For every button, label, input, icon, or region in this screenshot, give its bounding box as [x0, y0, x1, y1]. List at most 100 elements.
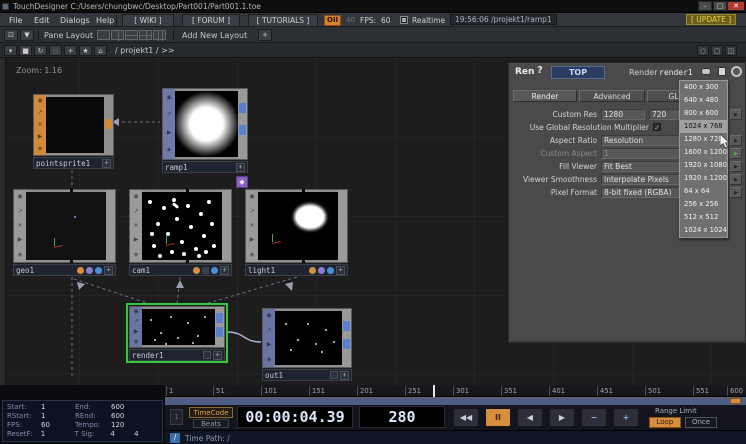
wiki-button[interactable]: [ WIKI ] [122, 14, 174, 27]
timecode-mode-button[interactable]: TimeCode [189, 407, 233, 418]
fill-viewer-arrow-button[interactable]: ▶ [730, 161, 742, 172]
menu-item[interactable]: 512 x 512 [680, 211, 727, 224]
breadcrumb[interactable]: / projekt1 / >> [115, 46, 175, 55]
smoothness-arrow-button[interactable]: ▶ [730, 174, 742, 185]
slash-icon[interactable]: / [170, 433, 180, 443]
node-viewer[interactable] [258, 192, 338, 260]
node-flag-icon[interactable]: ↗ [17, 209, 22, 215]
settings-gear-icon[interactable] [731, 66, 742, 77]
menu-dialogs[interactable]: Dialogs [57, 15, 93, 26]
layout-preset-button[interactable] [125, 30, 138, 40]
timeline-range-bar[interactable] [165, 397, 746, 405]
pixel-format-arrow-button[interactable]: ▶ [730, 187, 742, 198]
copy-icon[interactable] [718, 67, 726, 76]
menu-edit[interactable]: Edit [31, 15, 53, 26]
node-flag-icon[interactable]: ▶ [250, 237, 255, 243]
node-expand-button[interactable]: + [336, 266, 345, 275]
tsig-numerator[interactable]: 4 [110, 430, 134, 439]
node-cam1[interactable]: ◉ ↗ ✕ ▶ ◈ [129, 189, 232, 263]
node-expand-button[interactable]: + [220, 266, 229, 275]
node-flag-icon[interactable]: ▶ [38, 134, 43, 140]
pane-maximize-icon[interactable]: ▢ [711, 45, 723, 56]
smoothness-dropdown[interactable]: Interpolate Pixels [601, 174, 679, 185]
custom-res-width-field[interactable]: 1280 [601, 109, 645, 120]
fps-value[interactable]: 60 [381, 16, 391, 25]
node-flag-icon[interactable]: ◉ [249, 194, 254, 200]
help-icon[interactable]: ? [537, 65, 543, 76]
top-input-connector[interactable] [343, 321, 350, 331]
node-flag-icon[interactable]: ↗ [37, 110, 42, 116]
range-end-handle[interactable] [730, 398, 741, 404]
node-flag-icon[interactable]: ▶ [167, 130, 172, 136]
node-expand-button[interactable]: + [213, 351, 222, 360]
menu-help[interactable]: Help [93, 15, 117, 26]
target-icon[interactable]: ◎ [49, 45, 62, 56]
realtime-label[interactable]: Realtime [412, 16, 445, 25]
input-connector[interactable] [302, 189, 305, 193]
tsig-denominator[interactable]: 4 [134, 430, 158, 439]
node-flag-icon[interactable]: ✕ [249, 223, 254, 229]
output-connector[interactable] [70, 259, 73, 263]
node-light1[interactable]: ◉ ↗ ✕ ▶ ◈ [245, 189, 348, 263]
refresh-icon[interactable]: ↻ [34, 45, 47, 56]
end-value[interactable]: 600 [111, 403, 135, 412]
pane-export-icon[interactable]: ▼ [20, 29, 34, 41]
realtime-checkbox[interactable] [400, 16, 408, 24]
play-forward-button[interactable]: ▶ [549, 408, 575, 427]
menu-item[interactable]: 1920 x 1080 [680, 159, 727, 172]
menu-item[interactable]: 800 x 600 [680, 107, 727, 120]
menu-item[interactable]: 640 x 480 [680, 94, 727, 107]
pause-button[interactable]: II [485, 408, 511, 427]
aspect-ratio-dropdown[interactable]: Resolution [601, 135, 679, 146]
mat-output-connector[interactable] [105, 119, 112, 129]
add-layout-button[interactable]: + [258, 29, 272, 41]
node-ramp1[interactable]: ◉ ↗ ▶ ◈ [162, 88, 248, 160]
step-back-button[interactable]: ◀ [517, 408, 543, 427]
node-flag-icon[interactable]: ◈ [134, 252, 139, 258]
node-flag-icon[interactable]: ↗ [266, 328, 271, 334]
minimize-button[interactable]: – [698, 1, 712, 11]
menu-item[interactable]: 400 x 300 [680, 81, 727, 94]
timeline-options-button[interactable]: 1 [170, 409, 183, 425]
node-viewer[interactable] [142, 309, 215, 345]
node-flag-icon[interactable]: ◉ [133, 309, 138, 315]
add-icon[interactable]: + [64, 45, 77, 56]
custom-res-height-field[interactable]: 720 [649, 109, 679, 120]
node-expand-button[interactable]: + [104, 266, 113, 275]
tutorials-button[interactable]: [ TUTORIALS ] [248, 14, 318, 27]
node-name[interactable]: out1 [265, 371, 328, 380]
node-name[interactable]: cam1 [132, 266, 191, 275]
menu-item[interactable]: 64 x 64 [680, 185, 727, 198]
node-expand-button[interactable]: + [102, 159, 111, 168]
frame-increment-button[interactable]: + [613, 408, 639, 427]
layout-preset-button[interactable] [97, 30, 110, 40]
node-name[interactable]: ramp1 [165, 163, 234, 172]
menu-item-highlighted[interactable]: 1024 x 768 [680, 120, 727, 133]
node-flag-icon[interactable]: ◉ [166, 95, 171, 101]
fill-viewer-dropdown[interactable]: Fit Best [601, 161, 679, 172]
tab-advanced[interactable]: Advanced [579, 90, 645, 102]
op-name-field[interactable]: render1 [659, 68, 693, 77]
pane-circle-icon[interactable]: ○ [697, 45, 709, 56]
node-flag-icon[interactable]: ✕ [133, 223, 138, 229]
pixel-format-dropdown[interactable]: 8-bit fixed (RGBA) [601, 187, 679, 198]
collapse-icon[interactable]: ▾ [4, 45, 17, 56]
custom-aspect-field[interactable]: 1 [601, 148, 679, 159]
render-flag-dot[interactable] [77, 267, 84, 274]
node-flag-icon[interactable]: ◈ [250, 252, 255, 258]
loop-button[interactable]: Loop [649, 417, 681, 428]
comment-icon[interactable] [701, 68, 711, 75]
render-flag-dot[interactable] [193, 267, 200, 274]
tab-render[interactable]: Render [513, 90, 577, 102]
node-expand-button[interactable]: + [340, 371, 349, 380]
menu-item[interactable]: 256 x 256 [680, 198, 727, 211]
menu-file[interactable]: File [6, 15, 25, 26]
resetf-value[interactable]: 1 [41, 430, 75, 439]
node-flag-icon[interactable]: ✕ [17, 223, 22, 229]
skip-to-start-button[interactable]: ◀◀ [453, 408, 479, 427]
top-output-connector[interactable] [239, 125, 246, 135]
node-name[interactable]: light1 [248, 266, 307, 275]
node-flag-icon[interactable]: ◈ [18, 252, 23, 258]
node-flag-icon[interactable]: ◉ [133, 194, 138, 200]
viewer-flag-dot[interactable] [95, 267, 102, 274]
